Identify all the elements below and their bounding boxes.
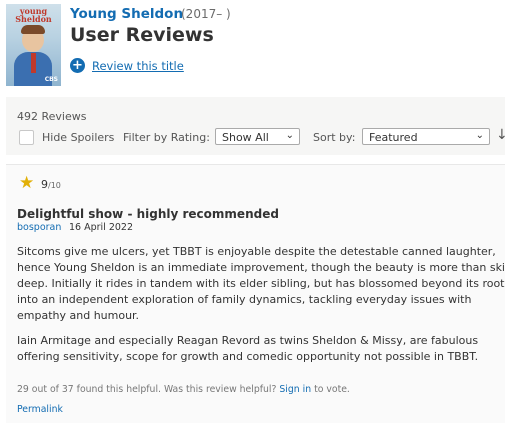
review-this-title-link[interactable]: Review this title (92, 59, 184, 73)
poster-logo: young Sheldon (6, 7, 61, 23)
poster-figure-hair (21, 25, 45, 34)
poster-logo-line2: Sheldon (15, 14, 52, 24)
review-date: 16 April 2022 (69, 222, 134, 233)
helpful-row: 29 out of 37 found this helpful. Was thi… (17, 384, 350, 395)
review-paragraph-2: Iain Armitage and especially Reagan Revo… (17, 334, 479, 363)
to-vote-text: to vote. (314, 384, 350, 395)
series-years: (2017– ) (181, 7, 231, 21)
rating-scale: /10 (48, 181, 61, 190)
sort-direction-arrow-icon[interactable]: ↓ (496, 127, 505, 143)
poster-figure-tie (31, 53, 36, 73)
sort-by-label: Sort by: (313, 131, 356, 144)
hide-spoilers-label[interactable]: Hide Spoilers (42, 131, 114, 144)
review-author-link[interactable]: bosporan (17, 222, 61, 233)
rating-filter-select[interactable]: Show All ⌄ (215, 128, 300, 145)
page-title: User Reviews (70, 24, 214, 46)
sort-value: Featured (369, 131, 418, 144)
review-paragraph-1: Sitcoms give me ulcers, yet TBBT is enjo… (17, 245, 505, 322)
poster-network: CBS (44, 76, 58, 83)
rating-value: 9 (41, 178, 48, 191)
chevron-down-icon: ⌄ (475, 130, 484, 141)
title-header: young Sheldon CBS Young Sheldon (2017– )… (0, 0, 505, 92)
rating-filter-value: Show All (222, 131, 269, 144)
review-title[interactable]: Delightful show - highly recommended (17, 207, 279, 221)
filter-by-rating-label: Filter by Rating: (123, 131, 210, 144)
chevron-down-icon: ⌄ (285, 130, 294, 141)
sort-select[interactable]: Featured ⌄ (362, 128, 490, 145)
permalink-link[interactable]: Permalink (17, 404, 63, 415)
plus-circle-icon[interactable]: + (70, 58, 85, 73)
review-rating: 9/10 (41, 178, 61, 191)
series-poster[interactable]: young Sheldon CBS (6, 4, 61, 86)
helpful-text: 29 out of 37 found this helpful. Was thi… (17, 384, 277, 395)
star-icon: ★ (19, 173, 35, 193)
review-card: ★ 9/10 Delightful show - highly recommen… (6, 164, 505, 423)
review-count: 492 Reviews (17, 110, 87, 123)
filter-bar: 492 Reviews Hide Spoilers Filter by Rati… (6, 97, 505, 155)
hide-spoilers-checkbox[interactable] (19, 130, 34, 145)
sign-in-link[interactable]: Sign in (279, 384, 311, 395)
series-title-link[interactable]: Young Sheldon (70, 6, 183, 22)
